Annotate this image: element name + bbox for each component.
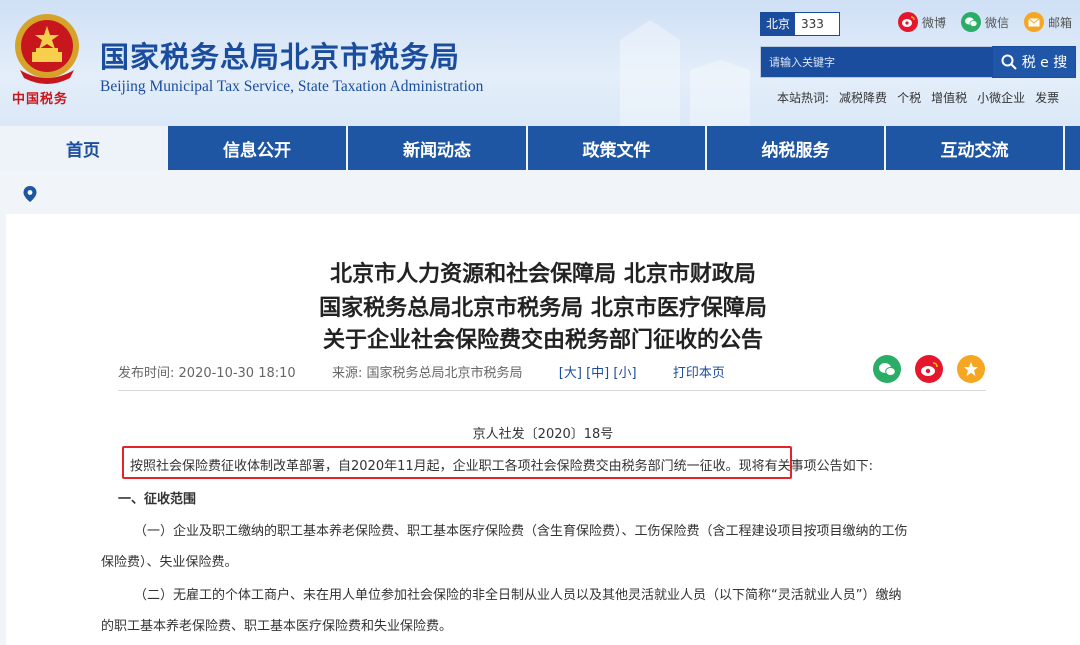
search-icon [1001, 54, 1017, 70]
source-label: 来源: [331, 366, 363, 381]
nav-item-interaction[interactable]: 互动交流 [886, 126, 1065, 170]
section-heading: 一、征收范围 [118, 492, 197, 507]
nav-item-news[interactable]: 新闻动态 [348, 126, 528, 170]
source-value: 国家税务总局北京市税务局 [366, 366, 523, 381]
wechat-link[interactable]: 微信 [961, 12, 1009, 32]
site-title[interactable]: 国家税务总局北京市税务局 [100, 34, 460, 76]
paragraph-line: （一）企业及职工缴纳的职工基本养老保险费、职工基本医疗保险费（含生育保险费）、工… [134, 524, 908, 539]
paragraph-line: 的职工基本养老保险费、职工基本医疗保险费和失业保险费。 [101, 619, 453, 634]
hot-words: 本站热词: 减税降费 个税 增值税 小微企业 发票 [777, 89, 1059, 106]
region-selector[interactable]: 北京 333 [760, 12, 840, 36]
weibo-label: 微博 [922, 15, 947, 30]
hot-word[interactable]: 减税降费 [839, 89, 887, 106]
mail-link[interactable]: 邮箱 [1024, 12, 1072, 32]
paragraph-line: （二）无雇工的个体工商户、未在用人单位参加社会保险的非全日制从业人员以及其他灵活… [134, 588, 902, 603]
print-link[interactable]: 打印本页 [673, 366, 725, 381]
article-title-line-3: 关于企业社会保险费交由税务部门征收的公告 [322, 328, 763, 353]
emblem-caption: 中国税务 [12, 92, 69, 107]
search-bar: 税 e 搜 [760, 46, 1076, 78]
search-button[interactable]: 税 e 搜 [992, 46, 1076, 78]
search-input[interactable] [760, 46, 992, 78]
region-value: 333 [801, 17, 824, 31]
wechat-icon [879, 362, 896, 376]
article-title-line-1: 北京市人力资源和社会保障局 北京市财政局 [330, 262, 756, 287]
mail-icon [1024, 12, 1044, 32]
mail-label: 邮箱 [1048, 15, 1073, 30]
search-button-label: 税 e 搜 [1021, 55, 1068, 71]
article-title-line-2: 国家税务总局北京市税务局 北京市医疗保障局 [319, 296, 767, 321]
font-size-small[interactable]: [小] [613, 366, 636, 381]
share-wechat-button[interactable] [873, 355, 901, 383]
hot-word[interactable]: 发票 [1035, 89, 1059, 106]
wechat-icon [961, 12, 981, 32]
paragraph-line: 保险费）、失业保险费。 [101, 555, 238, 570]
font-size-large[interactable]: [大] [559, 366, 582, 381]
article-panel: 北京市人力资源和社会保障局 北京市财政局 国家税务总局北京市税务局 北京市医疗保… [6, 214, 1080, 645]
weibo-icon [898, 12, 918, 32]
publish-time: 2020-10-30 18:10 [178, 366, 296, 381]
site-header: 中国税务 国家税务总局北京市税务局 Beijing Municipal Tax … [0, 0, 1080, 126]
hot-word[interactable]: 个税 [897, 89, 921, 106]
hot-word[interactable]: 增值税 [931, 89, 967, 106]
article-meta: 发布时间: 2020-10-30 18:10 来源: 国家税务总局北京市税务局 … [118, 362, 725, 381]
font-size-medium[interactable]: [中] [586, 366, 609, 381]
nav-overflow [1065, 126, 1080, 170]
wechat-label: 微信 [985, 15, 1010, 30]
weibo-icon [921, 361, 938, 376]
nav-item-policy[interactable]: 政策文件 [528, 126, 707, 170]
intro-highlight-text: 按照社会保险费征收体制改革部署，自2020年11月起，企业职工各项社会保险费交由… [130, 459, 739, 474]
region-label: 北京 [761, 13, 796, 35]
favorite-button[interactable] [957, 355, 985, 383]
share-weibo-button[interactable] [915, 355, 943, 383]
nav-item-home[interactable]: 首页 [0, 126, 168, 170]
nav-item-info-disclosure[interactable]: 信息公开 [168, 126, 348, 170]
main-nav: 首页 信息公开 新闻动态 政策文件 纳税服务 互动交流 [0, 126, 1080, 170]
site-subtitle: Beijing Municipal Tax Service, State Tax… [100, 78, 484, 95]
nav-item-tax-service[interactable]: 纳税服务 [707, 126, 886, 170]
skyline-decoration [620, 20, 750, 126]
star-icon [964, 362, 978, 376]
publish-label: 发布时间: [118, 366, 175, 381]
national-emblem-icon [15, 14, 79, 84]
intro-rest-text: 现将有关事项公告如下: [738, 459, 874, 474]
weibo-link[interactable]: 微博 [898, 12, 946, 32]
location-pin-icon [23, 186, 37, 202]
meta-divider [118, 390, 986, 391]
hot-word[interactable]: 小微企业 [977, 89, 1025, 106]
document-number: 京人社发〔2020〕18号 [472, 427, 614, 442]
intro-paragraph: 按照社会保险费征收体制改革部署，自2020年11月起，企业职工各项社会保险费交由… [130, 455, 873, 474]
hot-words-label: 本站热词: [777, 91, 830, 105]
